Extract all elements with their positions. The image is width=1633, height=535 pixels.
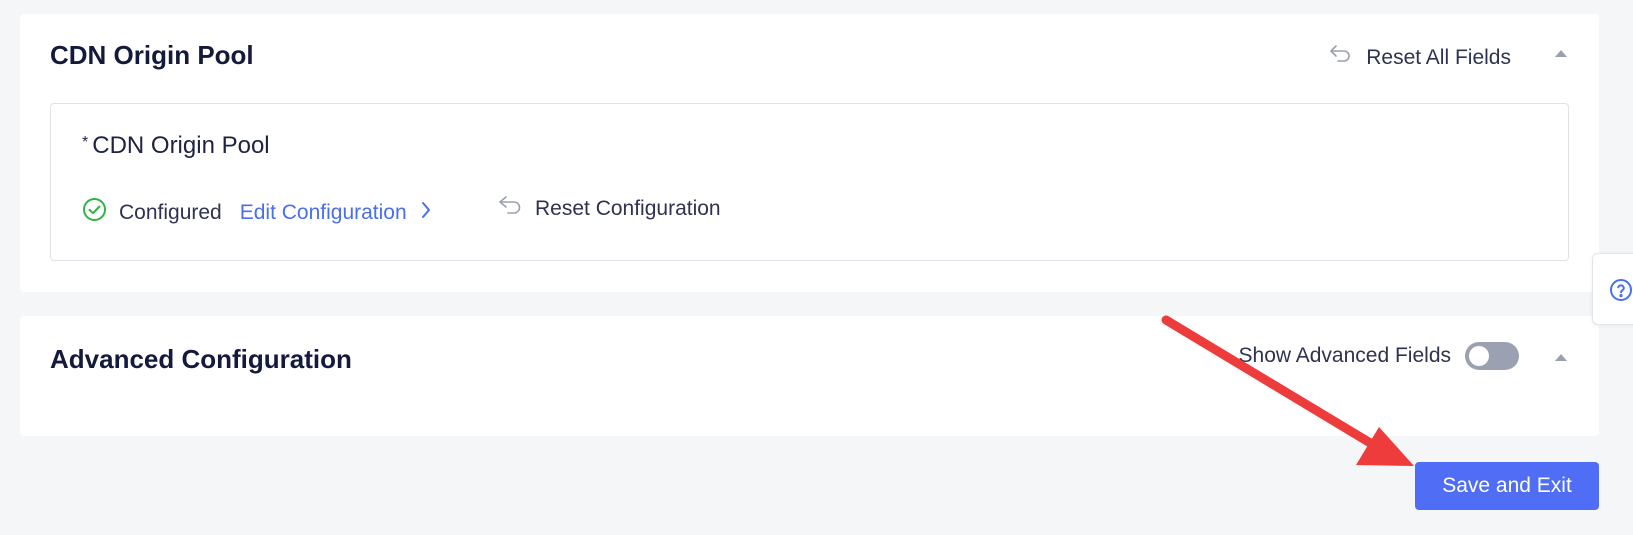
undo-arrow-icon: [497, 194, 523, 224]
reset-all-fields-button[interactable]: Reset All Fields: [1328, 44, 1511, 72]
required-mark: *: [82, 134, 89, 151]
section-title: CDN Origin Pool: [50, 40, 254, 70]
field-label: * CDN Origin Pool: [82, 132, 270, 160]
reset-configuration-button[interactable]: Reset Configuration: [497, 194, 721, 224]
chevron-up-icon[interactable]: [1555, 50, 1567, 57]
section-title: Advanced Configuration: [50, 344, 352, 374]
show-advanced-fields-control: Show Advanced Fields: [1239, 342, 1519, 370]
chevron-up-icon[interactable]: [1555, 354, 1567, 361]
advanced-configuration-card: Advanced Configuration Show Advanced Fie…: [20, 316, 1599, 436]
origin-pool-field-box: * CDN Origin Pool Configured Edit Config…: [50, 103, 1569, 261]
status-row: Configured Edit Configuration: [82, 197, 431, 228]
chevron-right-icon: [421, 201, 431, 225]
save-and-exit-button[interactable]: Save and Exit: [1415, 462, 1599, 510]
reset-all-fields-label: Reset All Fields: [1366, 46, 1511, 69]
help-circle-icon: [1609, 278, 1633, 307]
undo-arrow-icon: [1328, 44, 1352, 72]
show-advanced-fields-label: Show Advanced Fields: [1238, 344, 1451, 367]
edit-configuration-link[interactable]: Edit Configuration: [240, 201, 431, 225]
help-tab[interactable]: [1592, 253, 1633, 325]
cdn-origin-pool-card: CDN Origin Pool Reset All Fields * CDN O…: [20, 14, 1599, 292]
edit-configuration-label: Edit Configuration: [239, 200, 407, 224]
field-label-text: CDN Origin Pool: [92, 132, 270, 159]
check-circle-icon: [82, 197, 107, 228]
toggle-knob: [1469, 346, 1489, 366]
show-advanced-fields-toggle[interactable]: [1465, 342, 1519, 370]
status-text: Configured: [119, 200, 222, 224]
reset-configuration-label: Reset Configuration: [535, 197, 721, 220]
